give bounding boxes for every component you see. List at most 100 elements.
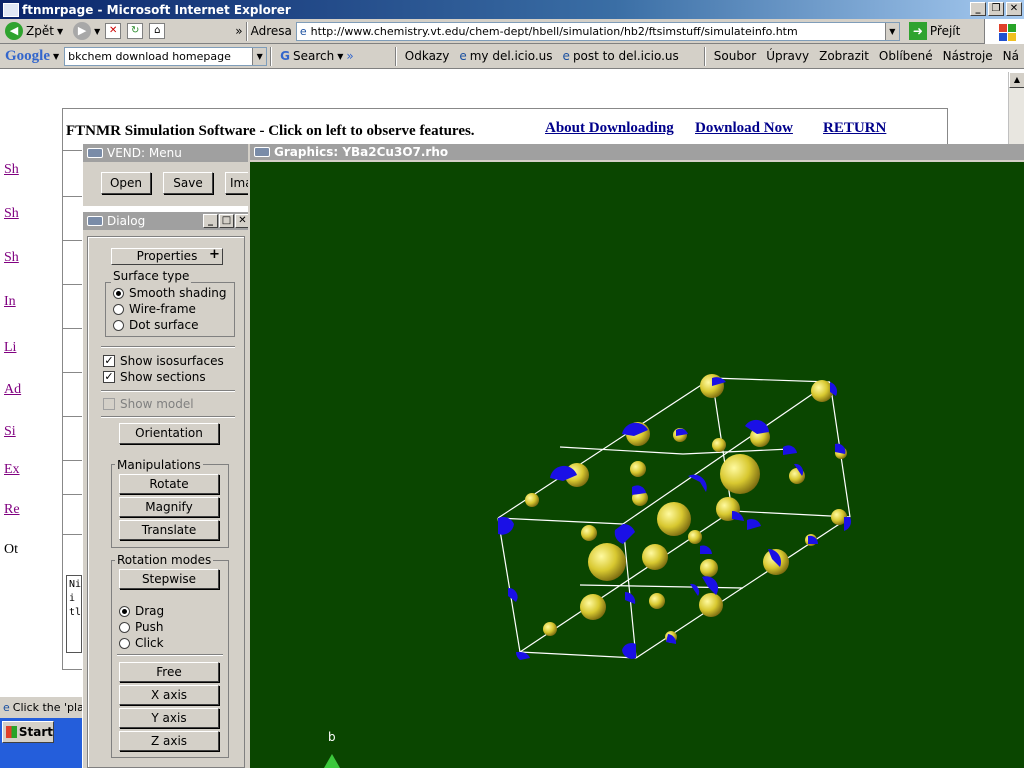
link-return[interactable]: RETURN [823,120,886,137]
forward-button[interactable]: ▶ ▼ [68,22,105,40]
page-icon: e [562,49,570,63]
links-label[interactable]: Odkazy [400,49,455,63]
google-logo[interactable]: Google ▼ [0,48,64,65]
radio-dot-surface[interactable]: Dot surface [113,318,198,332]
left-link[interactable]: Sh [4,206,19,222]
scroll-up-arrow[interactable]: ▲ [1009,72,1024,88]
start-button[interactable]: Start [2,721,54,743]
go-button[interactable]: ➜ Přejít [904,22,965,40]
radio-click[interactable]: Click [119,636,164,650]
open-button[interactable]: Open [101,172,151,194]
address-input[interactable]: e http://www.chemistry.vt.edu/chem-dept/… [295,21,900,41]
toolbar-chevron[interactable]: » [235,24,242,38]
checkbox-show-model: Show model [103,397,194,411]
graphics-titlebar[interactable]: Graphics: YBa2Cu3O7.rho [250,144,1024,162]
checkbox-show-sections[interactable]: ✓ Show sections [103,370,206,384]
left-text: Ot [4,542,18,557]
manipulations-label: Manipulations [115,458,203,472]
free-axis-button[interactable]: Free [119,662,219,682]
google-search-label: Search [293,49,335,63]
rotation-modes-label: Rotation modes [115,553,214,567]
windows-flag-icon [6,726,17,738]
stepwise-button[interactable]: Stepwise [119,569,219,589]
dialog-maximize-button[interactable]: □ [219,214,234,228]
window-controls: _ ❐ ✕ [970,2,1022,16]
restore-button[interactable]: ❐ [988,2,1004,16]
toolbar-separator [270,46,273,66]
address-dropdown-arrow[interactable]: ▼ [884,22,899,40]
page-icon: e [299,24,307,38]
back-button[interactable]: ◀ Zpět ▼ [0,22,68,40]
radio-wire-frame[interactable]: Wire-frame [113,302,196,316]
checkbox-show-isosurfaces[interactable]: ✓ Show isosurfaces [103,354,224,368]
check-indicator [103,398,115,410]
toolbar-separator [394,46,397,66]
google-dropdown-arrow[interactable]: ▼ [252,47,267,65]
radio-drag[interactable]: Drag [119,604,164,618]
plus-icon[interactable]: + [209,247,220,262]
left-link[interactable]: Sh [4,162,19,178]
stop-icon[interactable]: ✕ [105,23,122,39]
divider [117,654,223,656]
address-label: Adresa [250,24,292,38]
image-button[interactable]: Ima [225,172,249,194]
info-textbox[interactable]: Ni i tl [66,575,82,653]
vend-menu-titlebar[interactable]: VEND: Menu [83,144,248,162]
go-label: Přejít [929,24,961,38]
home-icon[interactable]: ⌂ [149,23,166,39]
minimize-button[interactable]: _ [970,2,986,16]
go-arrow-icon: ➜ [908,22,927,40]
rotate-button[interactable]: Rotate [119,474,219,494]
radio-smooth-shading[interactable]: Smooth shading [113,286,227,300]
radio-indicator [113,303,124,315]
radio-push[interactable]: Push [119,620,164,634]
menu-zobrazit[interactable]: Zobrazit [814,49,874,63]
start-label: Start [18,725,53,739]
link-my-delicious[interactable]: e my del.icio.us [454,49,557,63]
menu-upravy[interactable]: Úpravy [761,49,814,63]
left-link[interactable]: Re [4,502,20,518]
left-link[interactable]: Si [4,424,16,440]
google-toolbar: Google ▼ bkchem download homepage ▼ G Se… [0,44,1024,69]
left-link[interactable]: Ex [4,462,20,478]
left-link[interactable]: Sh [4,250,19,266]
google-query: bkchem download homepage [68,49,231,63]
save-button[interactable]: Save [163,172,213,194]
crystal-model [497,374,852,660]
menu-napoveda[interactable]: Ná [998,49,1024,63]
check-indicator: ✓ [103,354,115,367]
dialog-minimize-button[interactable]: _ [203,214,218,228]
rotation-modes-group [111,560,229,758]
google-search-input[interactable]: bkchem download homepage ▼ [64,46,268,66]
close-button[interactable]: ✕ [1006,2,1022,16]
back-label: Zpět [26,24,54,38]
link-about-downloading[interactable]: About Downloading [545,120,674,137]
graphics-title: Graphics: YBa2Cu3O7.rho [274,145,449,159]
chevron-down-icon: ▼ [56,26,64,36]
google-bar-chevron[interactable]: » [346,49,353,63]
menu-soubor[interactable]: Soubor [709,49,761,63]
left-link[interactable]: In [4,294,16,310]
magnify-button[interactable]: Magnify [119,497,219,517]
y-axis-button[interactable]: Y axis [119,708,219,728]
link-download-now[interactable]: Download Now [695,120,793,137]
link-post-to-delicious[interactable]: e post to del.icio.us [558,49,684,63]
z-axis-button[interactable]: Z axis [119,731,219,751]
ie-title-bar: ftnmrpage - Microsoft Internet Explorer … [0,0,1024,19]
properties-button[interactable]: Properties [111,248,223,265]
refresh-icon[interactable]: ↻ [127,23,144,39]
left-link[interactable]: Li [4,340,16,356]
menu-nastroje[interactable]: Nástroje [938,49,998,63]
window-title: ftnmrpage - Microsoft Internet Explorer [22,2,291,17]
translate-button[interactable]: Translate [119,520,219,540]
status-text: Click the 'pla [12,701,82,714]
windows-logo [984,19,1024,44]
surface-type-label: Surface type [111,269,192,283]
window-icon [87,148,103,158]
left-link[interactable]: Ad [4,382,21,398]
graphics-canvas[interactable] [250,164,1024,768]
x-axis-button[interactable]: X axis [119,685,219,705]
menu-oblibene[interactable]: Oblíbené [874,49,938,63]
orientation-button[interactable]: Orientation [119,423,219,444]
google-search-button[interactable]: G Search ▼ » [275,49,359,63]
